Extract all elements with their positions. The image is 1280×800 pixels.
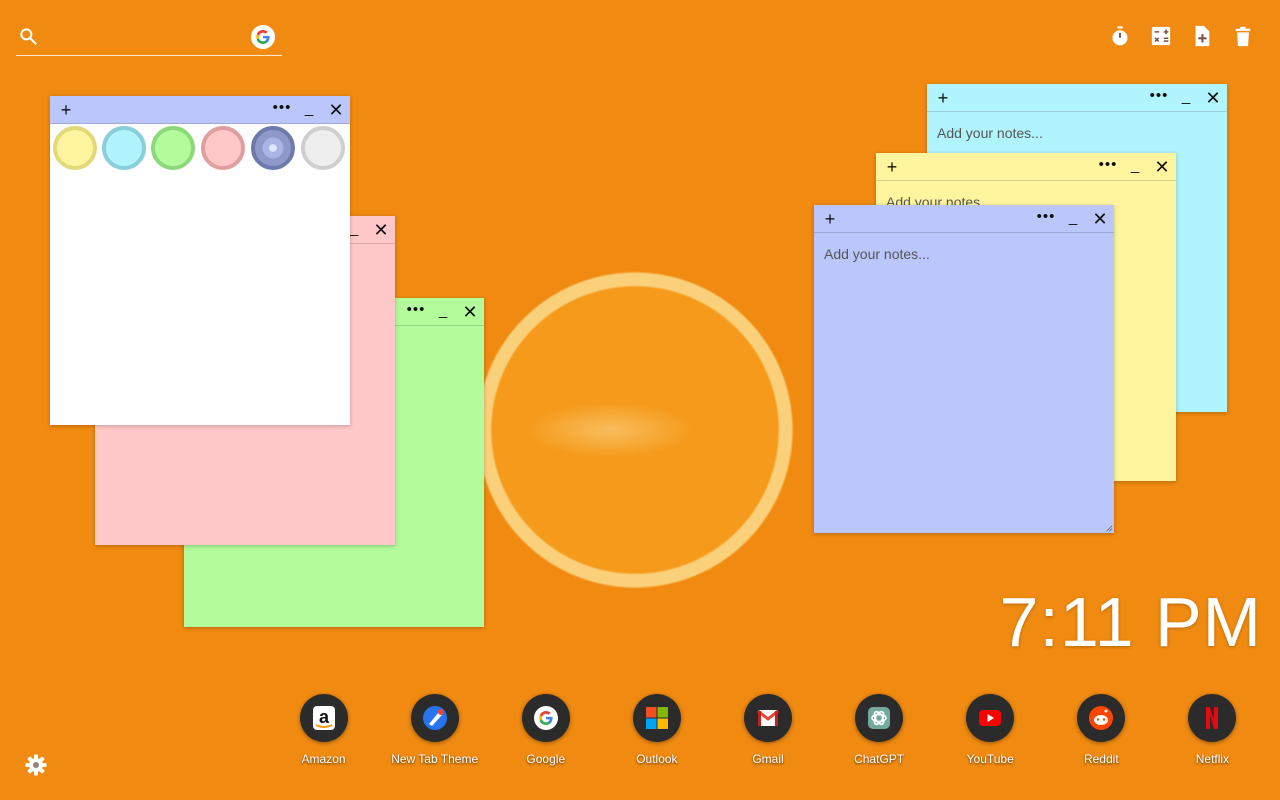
note-close-button[interactable]: ✕ xyxy=(1150,153,1174,181)
shortcut-label: ChatGPT xyxy=(854,752,905,766)
shortcut-label: Gmail xyxy=(752,752,784,766)
chatgpt-icon xyxy=(855,694,904,742)
shortcut-bar: a Amazon New Tab Theme Google Outlook Gm… xyxy=(268,694,1268,766)
note-close-button[interactable]: ✕ xyxy=(458,298,482,326)
note-toolbar: + ••• _ ✕ xyxy=(927,84,1227,112)
color-swatch-cyan[interactable] xyxy=(102,126,146,170)
note-add-button[interactable]: + xyxy=(818,205,842,233)
outlook-icon xyxy=(632,694,681,742)
shortcut-netflix[interactable]: Netflix xyxy=(1157,694,1268,766)
google-icon[interactable] xyxy=(251,25,275,49)
note-close-button[interactable]: ✕ xyxy=(369,216,393,244)
note-minimize-button[interactable]: _ xyxy=(297,96,321,124)
note-close-button[interactable]: ✕ xyxy=(324,96,348,124)
color-swatch-pink[interactable] xyxy=(201,126,245,170)
note-placeholder[interactable]: Add your notes... xyxy=(937,125,1043,141)
gmail-icon xyxy=(743,694,792,742)
shortcut-gmail[interactable]: Gmail xyxy=(712,694,823,766)
note-more-button[interactable]: ••• xyxy=(1147,84,1171,112)
note-more-button[interactable]: ••• xyxy=(1096,153,1120,181)
color-swatch-yellow[interactable] xyxy=(53,126,97,170)
color-swatch-green[interactable] xyxy=(151,126,195,170)
shortcut-outlook[interactable]: Outlook xyxy=(601,694,712,766)
shortcut-label: YouTube xyxy=(966,752,1014,766)
color-palette xyxy=(50,124,350,174)
google-icon xyxy=(521,694,570,742)
note-more-button[interactable]: ••• xyxy=(404,298,428,326)
note-minimize-button[interactable]: _ xyxy=(431,298,455,326)
note-more-button[interactable]: ••• xyxy=(1034,205,1058,233)
svg-text:a: a xyxy=(319,707,330,727)
note-add-button[interactable]: + xyxy=(880,153,904,181)
shortcut-new-tab-theme[interactable]: New Tab Theme xyxy=(379,694,490,766)
resize-handle-icon[interactable] xyxy=(1105,524,1113,532)
note-toolbar: + ••• _ ✕ xyxy=(876,153,1176,181)
shortcut-amazon[interactable]: a Amazon xyxy=(268,694,379,766)
amazon-icon: a xyxy=(299,694,348,742)
shortcut-label: Netflix xyxy=(1195,752,1230,766)
netflix-icon xyxy=(1188,694,1237,742)
clock: 7:11 PM xyxy=(999,583,1262,661)
shortcut-youtube[interactable]: YouTube xyxy=(935,694,1046,766)
shortcut-label: Outlook xyxy=(636,752,678,766)
stopwatch-icon[interactable] xyxy=(1109,24,1131,48)
gear-icon[interactable] xyxy=(24,753,48,777)
shortcut-reddit[interactable]: Reddit xyxy=(1046,694,1157,766)
sticky-note-white[interactable]: + ••• _ ✕ xyxy=(50,96,350,425)
shortcut-label: Amazon xyxy=(301,752,346,766)
note-toolbar: + ••• _ ✕ xyxy=(814,205,1114,233)
color-swatch-purple-selected[interactable] xyxy=(251,126,295,170)
search-icon[interactable] xyxy=(18,26,38,46)
search-bar xyxy=(16,20,282,56)
youtube-icon xyxy=(966,694,1015,742)
shortcut-google[interactable]: Google xyxy=(490,694,601,766)
trash-icon[interactable] xyxy=(1232,24,1254,48)
reddit-icon xyxy=(1077,694,1126,742)
note-more-button[interactable]: ••• xyxy=(270,96,294,124)
toolbar xyxy=(1109,24,1254,48)
note-minimize-button[interactable]: _ xyxy=(1123,153,1147,181)
shortcut-label: New Tab Theme xyxy=(391,752,479,766)
note-placeholder[interactable]: Add your notes... xyxy=(824,246,930,262)
note-minimize-button[interactable]: _ xyxy=(1174,84,1198,112)
note-add-button[interactable]: + xyxy=(54,96,78,124)
shortcut-label: Reddit xyxy=(1083,752,1119,766)
new-tab-theme-icon xyxy=(410,694,459,742)
search-input[interactable] xyxy=(52,24,252,50)
shortcut-label: Google xyxy=(526,752,566,766)
note-toolbar: + ••• _ ✕ xyxy=(50,96,350,124)
note-close-button[interactable]: ✕ xyxy=(1088,205,1112,233)
shortcut-chatgpt[interactable]: ChatGPT xyxy=(824,694,935,766)
add-note-icon[interactable] xyxy=(1191,24,1213,48)
note-close-button[interactable]: ✕ xyxy=(1201,84,1225,112)
note-minimize-button[interactable]: _ xyxy=(1061,205,1085,233)
color-swatch-gray[interactable] xyxy=(301,126,345,170)
sticky-note-purple[interactable]: + ••• _ ✕ Add your notes... xyxy=(814,205,1114,533)
calculator-icon[interactable] xyxy=(1150,24,1172,48)
note-add-button[interactable]: + xyxy=(931,84,955,112)
